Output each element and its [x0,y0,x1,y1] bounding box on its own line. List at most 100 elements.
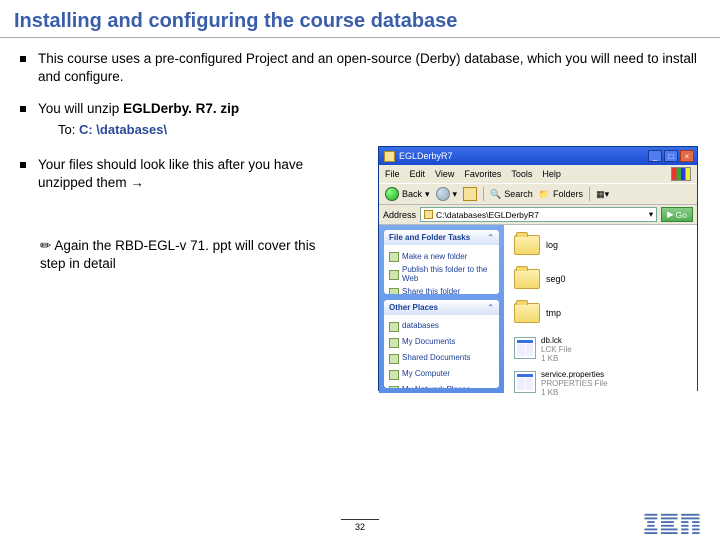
task-icon [389,252,399,262]
folders-button[interactable]: 📁 Folders [539,189,583,200]
separator [483,187,484,201]
tasks-panel-header[interactable]: File and Folder Tasks⌃ [384,230,499,245]
back-button[interactable]: Back ▾ [385,187,430,201]
place-icon [389,354,399,364]
folder-label: seg0 [546,274,566,284]
minimize-button[interactable]: _ [648,150,662,162]
back-icon [385,187,399,201]
bullet-2: You will unzip EGLDerby. R7. zip To: C: … [20,100,380,138]
file-meta: db.lck LCK File 1 KB [541,337,572,363]
address-value: C:\databases\EGLDerbyR7 [436,210,539,220]
bullet-marker [20,56,26,62]
places-panel-header[interactable]: Other Places ⌃ [384,300,499,315]
chevron-down-icon[interactable]: ▾ [649,209,653,220]
menu-favorites[interactable]: Favorites [464,169,501,179]
task-item[interactable]: Share this folder [389,286,494,294]
up-button[interactable] [463,187,477,201]
folder-icon [424,210,433,219]
address-field[interactable]: C:\databases\EGLDerbyR7 ▾ [420,207,657,222]
bullet-2-text: You will unzip EGLDerby. R7. zip To: C: … [38,100,239,138]
up-icon [463,187,477,201]
ibm-logo [644,512,700,534]
place-icon [389,386,399,388]
place-item[interactable]: My Network Places [389,384,494,388]
file-item[interactable]: db.lck LCK File 1 KB [514,337,691,363]
note-pre: ✏ Again the [40,238,115,253]
window-buttons: _ □ × [648,150,694,162]
slide-title: Installing and configuring the course da… [0,0,720,38]
address-bar: Address C:\databases\EGLDerbyR7 ▾ ▶ Go [379,205,697,225]
toolbar: Back ▾ ▾ 🔍 Search 📁 Folders ▦▾ [379,183,697,205]
bullet-1-text: This course uses a pre-configured Projec… [38,50,700,86]
place-icon [389,370,399,380]
page-number: 32 [341,519,379,534]
folder-icon [384,151,395,162]
place-label: My Network Places [402,386,470,388]
bullet-3: Your files should look like this after y… [20,156,340,192]
menu-view[interactable]: View [435,169,454,179]
place-icon [389,338,399,348]
note: ✏ Again the RBD-EGL-v 71. ppt will cover… [40,237,340,273]
place-icon [389,322,399,332]
places-panel: Other Places ⌃ databases My Documents Sha… [384,300,499,388]
titlebar[interactable]: EGLDerbyR7 _ □ × [379,147,697,165]
folder-label: tmp [546,308,561,318]
bullet-2-bold: EGLDerby. R7. zip [123,101,239,116]
bullet-3-text: Your files should look like this after y… [38,156,340,192]
place-item[interactable]: My Computer [389,368,494,382]
bullet-marker [20,162,26,168]
views-button[interactable]: ▦▾ [596,189,609,200]
places-panel-body: databases My Documents Shared Documents … [384,315,499,388]
file-icon [514,371,536,393]
menubar: File Edit View Favorites Tools Help [379,165,697,183]
chevron-icon: ⌃ [487,233,494,242]
task-label: Publish this folder to the Web [402,266,494,284]
folder-icon [514,235,540,255]
file-size: 1 KB [541,389,608,398]
task-item[interactable]: Publish this folder to the Web [389,266,494,284]
folder-item[interactable]: seg0 [514,269,691,289]
bullet-2-sub-label: To: [58,122,79,137]
task-icon [389,270,399,280]
tasks-panel: File and Folder Tasks⌃ Make a new folder… [384,230,499,294]
place-item[interactable]: My Documents [389,336,494,350]
places-panel-title: Other Places [389,303,438,312]
folder-item[interactable]: log [514,235,691,255]
folders-label: Folders [553,189,583,199]
maximize-button[interactable]: □ [664,150,678,162]
go-label: Go [676,210,687,220]
menu-edit[interactable]: Edit [410,169,426,179]
back-label: Back [402,189,422,199]
menu-help[interactable]: Help [542,169,561,179]
place-label: databases [402,322,439,331]
go-button[interactable]: ▶ Go [661,207,693,222]
task-item[interactable]: Make a new folder [389,250,494,264]
place-label: Shared Documents [402,354,470,363]
close-button[interactable]: × [680,150,694,162]
search-label: Search [504,189,533,199]
side-pane: File and Folder Tasks⌃ Make a new folder… [379,225,504,393]
folder-item[interactable]: tmp [514,303,691,323]
slide-content: This course uses a pre-configured Projec… [0,38,720,273]
note-bold: RBD-EGL-v 71. ppt [115,238,231,253]
window-title: EGLDerbyR7 [399,151,453,161]
windows-logo-icon [671,167,691,181]
file-size: 1 KB [541,355,572,364]
search-button[interactable]: 🔍 Search [490,189,533,200]
forward-button[interactable]: ▾ [436,187,458,201]
menu-file[interactable]: File [385,169,400,179]
task-label: Make a new folder [402,253,467,262]
place-item[interactable]: Shared Documents [389,352,494,366]
file-meta: service.properties PROPERTIES File 1 KB [541,371,608,397]
bullet-2-pre: You will unzip [38,101,123,116]
file-pane[interactable]: log seg0 tmp db.lck LCK File 1 KB servic… [504,225,697,393]
place-item[interactable]: databases [389,320,494,334]
chevron-icon: ⌃ [487,303,494,312]
forward-icon [436,187,450,201]
file-item[interactable]: service.properties PROPERTIES File 1 KB [514,371,691,397]
menu-tools[interactable]: Tools [511,169,532,179]
explorer-window: EGLDerbyR7 _ □ × File Edit View Favorite… [378,146,698,391]
folder-label: log [546,240,558,250]
file-icon [514,337,536,359]
folder-icon [514,303,540,323]
